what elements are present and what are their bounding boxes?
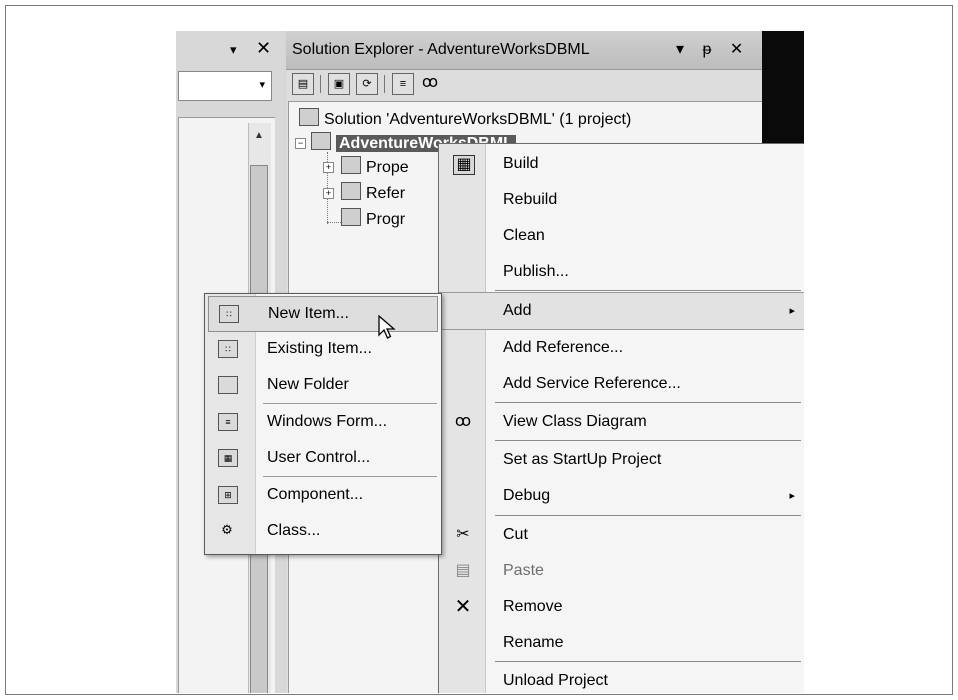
menu-item-cut[interactable]: ✂ Cut xyxy=(439,517,804,553)
view-code-icon[interactable]: ≡ xyxy=(392,73,414,95)
tree-item-program[interactable]: Progr xyxy=(341,208,405,229)
user-control-icon: ▦ xyxy=(218,449,238,467)
chevron-down-icon[interactable]: ▾ xyxy=(259,78,265,91)
references-folder-icon xyxy=(341,182,361,200)
menu-item-remove[interactable]: ✕ Remove xyxy=(439,589,804,625)
properties-folder-icon xyxy=(341,156,361,174)
solution-icon xyxy=(299,108,319,126)
submenu-item-component[interactable]: ⊞ Component... xyxy=(205,478,441,512)
close-icon[interactable]: ✕ xyxy=(730,39,743,59)
submenu-item-windows-form[interactable]: ≡ Windows Form... xyxy=(205,405,441,439)
show-all-files-icon[interactable]: ▣ xyxy=(328,73,350,95)
menu-item-view-class-diagram[interactable]: ꝏ View Class Diagram xyxy=(439,404,804,440)
menu-item-publish[interactable]: Publish... xyxy=(439,254,804,290)
menu-item-build[interactable]: ▦ Build xyxy=(439,146,804,182)
component-icon: ⊞ xyxy=(218,486,238,504)
collapse-icon[interactable]: − xyxy=(295,138,306,149)
pane-dropdown-icon[interactable]: ▾ xyxy=(230,42,237,58)
folder-icon xyxy=(218,376,238,394)
existing-item-icon: ∷ xyxy=(218,340,238,358)
object-combo-box[interactable]: ▾ xyxy=(178,71,272,101)
solution-node[interactable]: Solution 'AdventureWorksDBML' (1 project… xyxy=(299,108,631,129)
build-icon: ▦ xyxy=(453,155,475,175)
menu-separator xyxy=(495,402,801,403)
menu-item-add-reference[interactable]: Add Reference... xyxy=(439,330,804,366)
tree-item-properties[interactable]: Prope xyxy=(341,156,409,177)
windows-form-icon: ≡ xyxy=(218,413,238,431)
left-pane-title-bar: ▾ ✕ xyxy=(176,31,284,67)
refresh-icon[interactable]: ⟳ xyxy=(356,73,378,95)
scissors-icon: ✂ xyxy=(456,526,470,543)
expand-icon[interactable]: + xyxy=(323,188,334,199)
menu-separator xyxy=(263,403,437,404)
close-icon[interactable]: ✕ xyxy=(256,38,271,59)
submenu-item-new-folder[interactable]: New Folder xyxy=(205,368,441,402)
submenu-item-existing-item[interactable]: ∷ Existing Item... xyxy=(205,332,441,366)
submenu-arrow-icon: ▸ xyxy=(789,305,795,317)
menu-item-paste[interactable]: ▤ Paste xyxy=(439,553,804,589)
menu-separator xyxy=(495,290,801,291)
solution-explorer-title: Solution Explorer - AdventureWorksDBML xyxy=(292,41,590,58)
csharp-file-icon xyxy=(341,208,361,226)
menu-item-debug[interactable]: Debug ▸ xyxy=(439,478,804,514)
menu-item-clean[interactable]: Clean xyxy=(439,218,804,254)
paste-icon: ▤ xyxy=(455,562,471,579)
solution-explorer-title-bar: Solution Explorer - AdventureWorksDBML ▾… xyxy=(286,31,762,70)
menu-separator xyxy=(495,661,801,662)
menu-separator xyxy=(263,476,437,477)
project-icon xyxy=(311,132,331,150)
menu-separator xyxy=(495,515,801,516)
class-diagram-icon[interactable]: ꝏ xyxy=(420,73,440,93)
properties-icon[interactable]: ▤ xyxy=(292,73,314,95)
toolbar-separator xyxy=(320,75,321,93)
submenu-item-new-item[interactable]: ∷ New Item... xyxy=(208,296,438,332)
ide-screenshot: ▾ ✕ ▾ ▲ Solution Explorer - AdventureWor… xyxy=(176,31,804,693)
expand-icon[interactable]: + xyxy=(323,162,334,173)
tree-connector xyxy=(327,222,341,223)
menu-item-rename[interactable]: Rename xyxy=(439,625,804,661)
tree-item-references[interactable]: Refer xyxy=(341,182,405,203)
menu-item-set-startup-project[interactable]: Set as StartUp Project xyxy=(439,442,804,478)
window-position-dropdown-icon[interactable]: ▾ xyxy=(676,39,684,59)
pin-icon[interactable]: ᵽ xyxy=(702,41,711,59)
menu-item-add[interactable]: Add ▸ xyxy=(439,292,804,330)
submenu-item-class[interactable]: ⚙ Class... xyxy=(205,514,441,548)
menu-item-unload-project[interactable]: Unload Project xyxy=(439,663,804,693)
figure-frame: ▾ ✕ ▾ ▲ Solution Explorer - AdventureWor… xyxy=(5,5,953,695)
title-bar-buttons: ▾ ᵽ ✕ xyxy=(676,39,757,59)
scroll-up-arrow-icon[interactable]: ▲ xyxy=(250,127,268,145)
project-context-menu: ▦ Build Rebuild Clean Publish... Add ▸ A… xyxy=(438,143,804,693)
toolbar-separator xyxy=(384,75,385,93)
new-item-icon: ∷ xyxy=(219,305,239,323)
menu-separator xyxy=(495,440,801,441)
add-submenu: ∷ New Item... ∷ Existing Item... New Fol… xyxy=(204,293,442,555)
solution-explorer-toolbar: ▤ ▣ ⟳ ≡ ꝏ xyxy=(292,73,592,101)
submenu-item-user-control[interactable]: ▦ User Control... xyxy=(205,441,441,475)
mouse-cursor-icon xyxy=(378,315,396,339)
class-diagram-icon: ꝏ xyxy=(454,413,472,430)
submenu-arrow-icon: ▸ xyxy=(789,490,795,502)
menu-item-rebuild[interactable]: Rebuild xyxy=(439,182,804,218)
menu-item-add-service-reference[interactable]: Add Service Reference... xyxy=(439,366,804,402)
class-icon: ⚙ xyxy=(221,522,233,537)
delete-x-icon: ✕ xyxy=(454,596,472,618)
